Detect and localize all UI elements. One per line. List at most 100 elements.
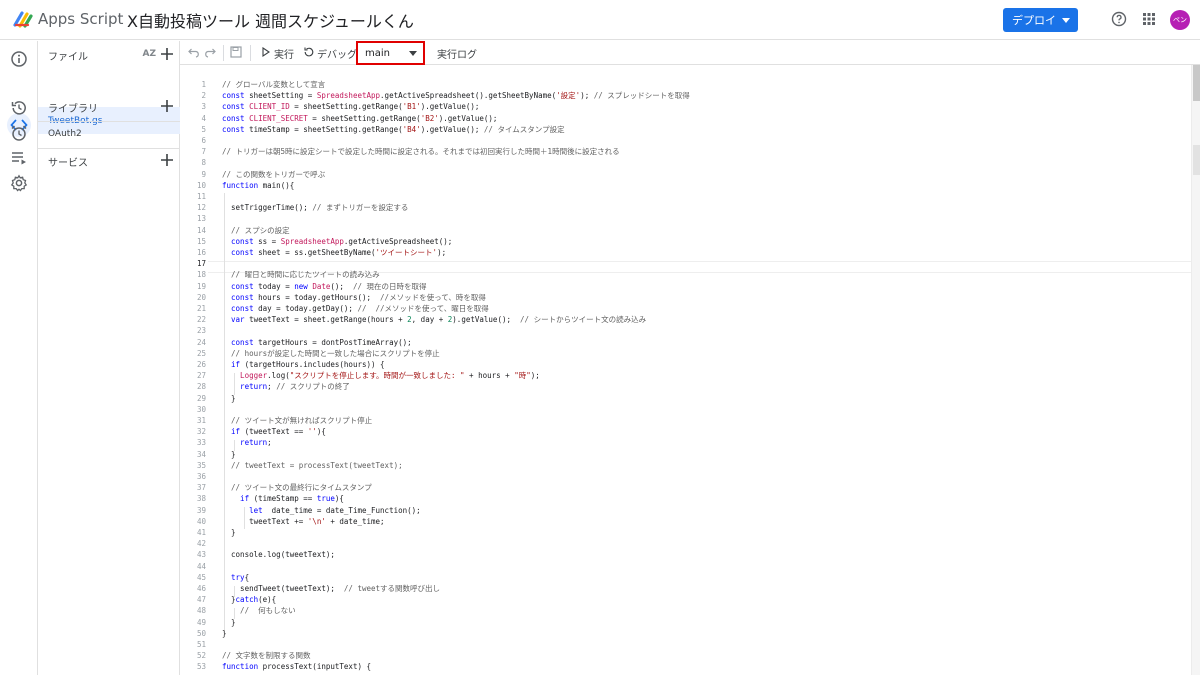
line-number: 21 — [196, 304, 206, 313]
top-header: Apps Script X自動投稿ツール 週間スケジュールくん デプロイ ペン — [0, 0, 1200, 40]
code-line: // hoursが設定した時間と一致した場合にスクリプトを停止 — [222, 348, 440, 358]
line-number: 30 — [196, 404, 206, 414]
save-icon[interactable] — [230, 46, 242, 58]
execution-log-button[interactable]: 実行ログ — [437, 46, 477, 61]
apps-script-logo-icon[interactable] — [13, 10, 33, 28]
line-number: 10 — [196, 180, 206, 190]
editor-toolbar: 実行 デバッグ main 実行ログ — [180, 41, 1200, 65]
line-number: 40 — [196, 516, 206, 526]
line-number: 6 — [201, 136, 206, 145]
line-number: 19 — [196, 281, 206, 291]
line-number: 44 — [196, 561, 206, 571]
code-line: const ss = SpreadsheetApp.getActiveSprea… — [222, 236, 453, 246]
code-line: if (targetHours.includes(hours)) { — [222, 360, 385, 369]
code-editor[interactable]: 1 2 3 4 5 6 7 8 9 10 11 12 13 14 15 16 17 18 19 20 21 22 23 24 2… — [180, 65, 1200, 675]
code-line: const targetHours = dontPostTimeArray(); — [222, 337, 412, 347]
line-number: 20 — [196, 292, 206, 302]
code-line: const CLIENT_ID = sheetSetting.getRange(… — [222, 102, 480, 112]
line-number: 15 — [196, 236, 206, 246]
line-number: 32 — [196, 427, 206, 437]
code-line: }catch(e){ — [222, 595, 277, 605]
line-number: 43 — [196, 550, 206, 560]
undo-icon[interactable] — [188, 46, 200, 58]
line-number: 24 — [196, 337, 206, 347]
code-line: // tweetText = processText(tweetText); — [222, 460, 403, 470]
apps-grid-icon[interactable] — [1141, 11, 1157, 27]
function-select-dropdown[interactable]: main — [356, 41, 425, 65]
scrollbar-overview-mark — [1193, 145, 1200, 175]
deploy-button-label: デプロイ — [1012, 14, 1056, 27]
line-number: 22 — [196, 315, 206, 325]
info-icon[interactable] — [10, 50, 28, 68]
line-number: 16 — [196, 248, 206, 257]
history-icon[interactable] — [10, 99, 28, 117]
services-section-header: サービス — [38, 147, 180, 175]
code-line: // 曜日と時間に応じたツイートの読み込み — [222, 270, 380, 280]
line-number: 2 — [201, 91, 206, 101]
file-panel: ファイル AZ TweetBot.gs ライブラリ OAuth2 サービス — [38, 41, 180, 675]
alarm-clock-icon[interactable] — [10, 124, 28, 142]
avatar[interactable]: ペン — [1170, 10, 1190, 30]
code-line: const timeStamp = sheetSetting.getRange(… — [222, 124, 565, 134]
code-line: if (tweetText == ''){ — [222, 427, 326, 437]
line-number: 34 — [196, 449, 206, 459]
executions-list-icon[interactable] — [10, 149, 28, 167]
code-line: Logger.log("スクリプトを停止します。時間が一致しました: " + h… — [222, 371, 540, 381]
line-number: 33 — [196, 438, 206, 448]
code-line: return; // スクリプトの終了 — [222, 382, 350, 392]
add-service-plus-icon[interactable] — [160, 153, 174, 167]
add-file-plus-icon[interactable] — [160, 47, 174, 61]
run-button-label: 実行 — [274, 50, 294, 61]
code-line: if (timeStamp == true){ — [222, 494, 344, 504]
chevron-down-icon — [1062, 18, 1070, 23]
code-line: } — [222, 393, 236, 403]
line-number: 37 — [196, 483, 206, 493]
code-line: setTriggerTime(); // まずトリガーを設定する — [222, 203, 409, 213]
code-line: const sheet = ss.getSheetByName('ツイートシート… — [222, 248, 447, 257]
code-line: } — [222, 528, 236, 537]
deploy-button[interactable]: デプロイ — [1003, 8, 1078, 32]
code-line: try{ — [222, 572, 250, 582]
code-line: function main(){ — [222, 180, 295, 190]
sort-az-icon[interactable]: AZ — [143, 49, 157, 59]
line-number: 25 — [196, 348, 206, 358]
line-number: 45 — [196, 572, 206, 582]
code-line: // トリガーは朝5時に設定シートで設定した時間に設定される。それまでは初回実行… — [222, 147, 620, 157]
code-line: } — [222, 628, 227, 638]
line-number: 14 — [196, 225, 206, 235]
code-line: } — [222, 449, 236, 459]
line-number: 9 — [201, 169, 206, 179]
code-line: // ツイート文の最終行にタイムスタンプ — [222, 483, 372, 493]
code-line: // スプシの設定 — [222, 225, 290, 235]
scrollbar-thumb[interactable] — [1193, 65, 1200, 101]
code-line: // 文字数を制限する関数 — [222, 651, 311, 661]
line-number: 4 — [201, 113, 206, 123]
left-nav-rail — [0, 41, 38, 675]
line-number: 35 — [196, 460, 206, 470]
editor-scrollbar[interactable] — [1191, 65, 1200, 675]
code-line: // ツイート文が無ければスクリプト停止 — [222, 416, 373, 425]
line-number: 29 — [196, 393, 206, 403]
line-number: 41 — [196, 528, 206, 537]
line-number: 27 — [196, 371, 206, 381]
code-line: // この関数をトリガーで呼ぶ — [222, 169, 326, 179]
line-number: 23 — [196, 326, 206, 336]
code-line: const hours = today.getHours(); //メソッドを使… — [222, 292, 486, 302]
library-item-oauth2[interactable]: OAuth2 — [38, 122, 180, 146]
redo-icon[interactable] — [204, 46, 216, 58]
line-number: 3 — [201, 102, 206, 112]
line-number: 39 — [196, 505, 206, 515]
line-number: 48 — [196, 606, 206, 616]
debug-button-label: デバッグ — [317, 50, 357, 61]
settings-gear-icon[interactable] — [10, 174, 28, 192]
app-name: Apps Script — [38, 10, 124, 28]
code-line: const CLIENT_SECRET = sheetSetting.getRa… — [222, 113, 498, 123]
code-line: let date_time = date_Time_Function(); — [222, 505, 421, 515]
project-title[interactable]: X自動投稿ツール 週間スケジュールくん — [127, 8, 414, 32]
line-number: 42 — [196, 539, 206, 549]
line-number: 50 — [196, 628, 206, 638]
add-library-plus-icon[interactable] — [160, 99, 174, 113]
help-icon[interactable] — [1111, 11, 1127, 27]
line-number: 49 — [196, 617, 206, 627]
code-line: sendTweet(tweetText); // tweetする関数呼び出し — [222, 584, 441, 593]
